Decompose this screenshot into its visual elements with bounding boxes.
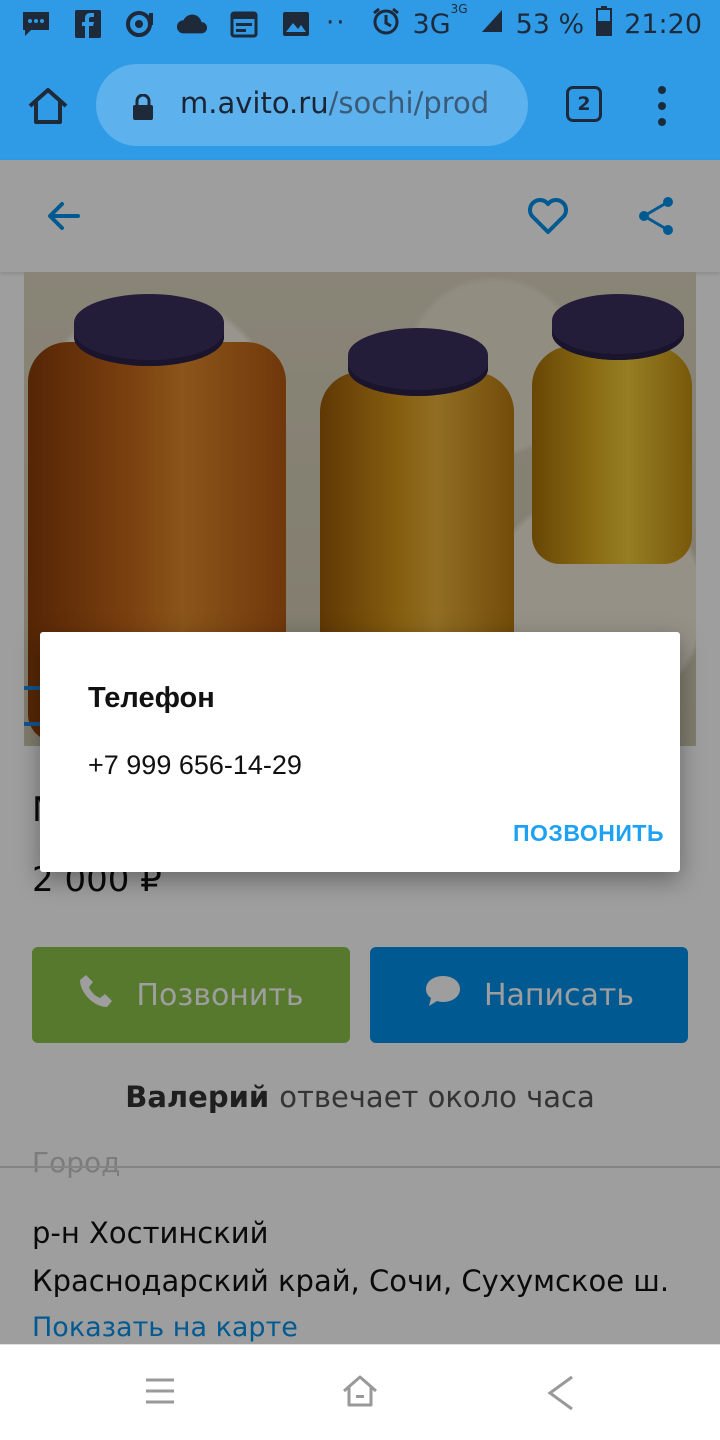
lock-icon <box>132 93 154 120</box>
battery-icon <box>596 6 613 43</box>
image-icon <box>280 8 312 40</box>
network-type: 3G3G <box>412 2 468 40</box>
network-type-small: 3G <box>450 2 468 16</box>
dialog-phone-number: +7 999 656-14-29 <box>88 750 302 780</box>
signal-icon <box>480 8 504 41</box>
browser-toolbar: m.avito.ru/sochi/prod 2 <box>0 50 720 160</box>
message-icon <box>20 8 52 40</box>
system-navigation-bar <box>0 1344 720 1440</box>
browser-home-icon[interactable] <box>24 82 72 130</box>
address-bar[interactable]: m.avito.ru/sochi/prod <box>96 64 528 146</box>
phone-dialog: Телефон +7 999 656-14-29 ПОЗВОНИТЬ <box>40 632 680 872</box>
nav-home-icon[interactable] <box>340 1371 380 1411</box>
dialog-call-button[interactable]: ПОЗВОНИТЬ <box>513 820 664 847</box>
dialog-title: Телефон <box>88 682 215 714</box>
url-path: /sochi/prod <box>328 86 490 120</box>
tab-switcher-button[interactable]: 2 <box>566 86 602 122</box>
calendar-icon <box>228 8 260 40</box>
notification-overflow-dots: ·· <box>326 8 347 38</box>
sync-icon <box>124 8 156 40</box>
nav-back-icon[interactable] <box>544 1373 576 1413</box>
facebook-icon <box>72 8 104 40</box>
overflow-menu-icon[interactable] <box>652 84 672 128</box>
cloud-icon <box>176 8 208 40</box>
clock: 21:20 <box>624 9 702 40</box>
alarm-icon <box>371 6 401 43</box>
status-bar: ·· 3G3G 53 % 21:20 <box>0 0 720 50</box>
url-text[interactable]: m.avito.ru/sochi/prod <box>180 86 510 120</box>
url-host: m.avito.ru <box>180 86 329 120</box>
battery-percent: 53 % <box>515 9 585 40</box>
recent-apps-icon[interactable] <box>144 1375 176 1407</box>
